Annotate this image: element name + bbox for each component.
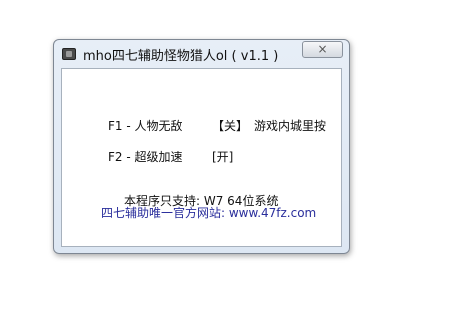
client-area: F1 - 人物无敌 【关】 游戏内城里按 F2 - 超级加速 [开] 本程序只支… xyxy=(61,68,342,247)
close-button[interactable]: × xyxy=(302,41,343,58)
hotkey-f1-state[interactable]: 【关】 xyxy=(212,117,248,134)
app-icon xyxy=(62,48,76,60)
title-bar[interactable]: mho四七辅助怪物猎人ol ( v1.1 ) × xyxy=(54,40,349,66)
hotkey-f2-label: F2 - 超级加速 xyxy=(108,150,183,164)
window-title: mho四七辅助怪物猎人ol ( v1.1 ) xyxy=(83,49,279,64)
hotkey-f1-label: F1 - 人物无敌 xyxy=(108,119,183,133)
hotkey-f1-hint: 游戏内城里按 xyxy=(254,119,327,133)
close-icon: × xyxy=(317,42,328,56)
official-website-link[interactable]: 四七辅助唯一官方网站: www.47fz.com xyxy=(101,204,316,221)
hotkey-f2-state[interactable]: [开] xyxy=(212,148,233,165)
main-window: mho四七辅助怪物猎人ol ( v1.1 ) × F1 - 人物无敌 【关】 游… xyxy=(53,39,350,254)
